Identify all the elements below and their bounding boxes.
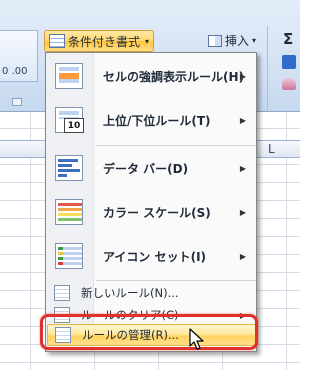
menu-item-highlight-cells-rules[interactable]: セルの強調表示ルール(H) ▶	[47, 55, 256, 97]
menu-separator	[96, 280, 256, 281]
submenu-arrow-icon: ▶	[239, 163, 246, 173]
insert-label: 挿入	[225, 34, 250, 48]
dialog-launcher-icon[interactable]	[12, 98, 22, 106]
menu-item-color-scales[interactable]: カラー スケール(S) ▶	[47, 191, 256, 233]
column-header-l[interactable]: L	[268, 142, 275, 156]
menu-item-label: 新しいルール(N)...	[81, 286, 179, 300]
menu-item-label: カラー スケール(S)	[103, 205, 211, 220]
insert-button[interactable]: 挿入 ▾	[208, 32, 256, 49]
menu-item-label: データ バー(D)	[103, 161, 189, 176]
menu-item-clear-rules[interactable]: ルールのクリア(C) ▶	[47, 304, 256, 326]
insert-cells-icon	[208, 34, 222, 47]
mouse-pointer-icon	[189, 328, 204, 350]
menu-item-top-bottom-rules[interactable]: 10 上位/下位ルール(T) ▶	[47, 99, 256, 141]
submenu-arrow-icon: ▶	[239, 207, 246, 217]
manage-rules-icon	[55, 327, 71, 343]
menu-item-label: 上位/下位ルール(T)	[103, 113, 211, 128]
new-rule-icon	[54, 285, 70, 301]
autosum-icon[interactable]: Σ	[283, 30, 293, 48]
submenu-arrow-icon: ▶	[239, 115, 246, 125]
conditional-formatting-button[interactable]: 条件付き書式 ▾	[44, 30, 154, 52]
menu-item-data-bars[interactable]: データ バー(D) ▶	[47, 147, 256, 189]
menu-item-label: ルールの管理(R)...	[82, 328, 179, 342]
chevron-down-icon: ▾	[145, 36, 150, 46]
menu-item-label: アイコン セット(I)	[103, 249, 207, 264]
menu-item-label: ルールのクリア(C)	[81, 308, 179, 322]
fill-icon[interactable]	[282, 55, 296, 69]
decimal-buttons[interactable]: 0 .00	[2, 66, 27, 77]
top-bottom-rules-icon: 10	[55, 107, 84, 133]
icon-sets-icon	[55, 243, 83, 269]
submenu-arrow-icon: ▶	[239, 251, 246, 261]
menu-separator	[96, 145, 256, 146]
decimal-fragment: 0	[2, 66, 9, 77]
clear-icon[interactable]	[282, 78, 296, 90]
menu-item-label: セルの強調表示ルール(H)	[103, 69, 245, 84]
chevron-down-icon: ▾	[252, 36, 257, 45]
data-bars-icon	[55, 155, 83, 181]
conditional-formatting-label: 条件付き書式	[68, 34, 141, 49]
clear-rules-icon	[54, 307, 70, 323]
icon-number: 10	[64, 118, 84, 133]
submenu-arrow-icon: ▶	[239, 71, 246, 81]
conditional-formatting-icon	[49, 34, 65, 48]
decimal-fragment: .00	[11, 66, 28, 77]
ribbon-divider	[267, 26, 268, 110]
submenu-arrow-icon: ▶	[239, 310, 246, 320]
menu-item-new-rule[interactable]: 新しいルール(N)...	[47, 282, 256, 304]
conditional-formatting-menu: セルの強調表示ルール(H) ▶ 10 上位/下位ルール(T) ▶ データ バー(…	[45, 52, 257, 352]
menu-item-icon-sets[interactable]: アイコン セット(I) ▶	[47, 235, 256, 277]
highlight-cells-rules-icon	[55, 63, 83, 89]
menu-item-manage-rules[interactable]: ルールの管理(R)...	[47, 324, 256, 346]
color-scales-icon	[55, 199, 83, 225]
